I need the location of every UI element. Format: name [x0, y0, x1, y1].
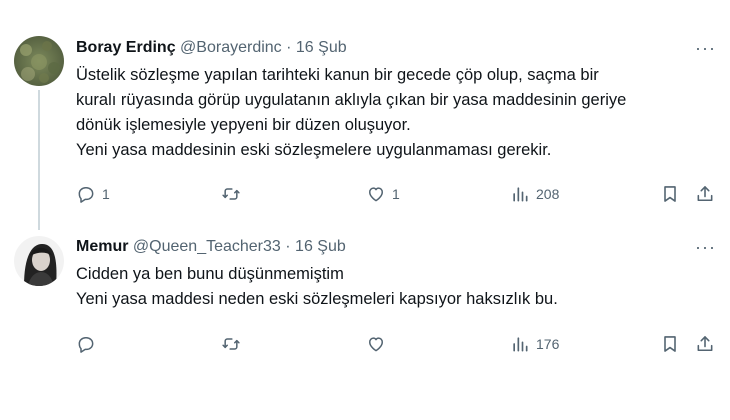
more-options-button[interactable]: ··· [695, 38, 716, 58]
share-button[interactable] [695, 182, 715, 206]
tweet-text-line: Üstelik sözleşme yapılan tarihteki kanun… [76, 66, 599, 84]
reply-icon [78, 187, 94, 203]
tweet-header: Boray Erdinç @Borayerdinc · 16 Şub [76, 38, 347, 58]
author-name[interactable]: Boray Erdinç [76, 39, 176, 56]
bookmark-icon [664, 336, 676, 352]
tweet-date[interactable]: 16 Şub [296, 39, 347, 56]
separator: · [286, 39, 292, 56]
bookmark-button[interactable] [660, 332, 680, 356]
reply-button[interactable] [76, 332, 102, 356]
tweet-text-line: dönük işlemesiyle yepyeni bir düzen oluş… [76, 116, 411, 134]
views-count: 176 [536, 336, 560, 352]
retweet-icon [222, 188, 240, 200]
tweet-1[interactable]: Boray Erdinç @Borayerdinc · 16 Şub ··· Ü… [0, 0, 730, 230]
tweet-date[interactable]: 16 Şub [295, 238, 346, 255]
share-icon [697, 336, 713, 352]
like-icon [369, 337, 383, 352]
like-icon [369, 187, 383, 202]
reply-count: 1 [102, 186, 110, 202]
views-icon [513, 187, 528, 202]
action-bar: 1 1 208 [76, 182, 716, 206]
more-options-button[interactable]: ··· [695, 237, 716, 257]
tweet-text-line: Yeni yasa maddesinin eski sözleşmelere u… [76, 141, 552, 159]
share-button[interactable] [695, 332, 715, 356]
avatar[interactable] [14, 236, 64, 286]
tweet-text-line: Yeni yasa maddesi neden eski sözleşmeler… [76, 290, 558, 308]
bookmark-button[interactable] [660, 182, 680, 206]
views-button[interactable]: 208 [510, 182, 559, 206]
like-count: 1 [392, 186, 400, 202]
thread-line [38, 90, 40, 230]
views-count: 208 [536, 186, 560, 202]
tweet-text: Cidden ya ben bunu düşünmemiştim Yeni ya… [76, 262, 558, 312]
tweet-text-line: Cidden ya ben bunu düşünmemiştim [76, 265, 344, 283]
views-icon [513, 337, 528, 352]
action-bar: 176 [76, 332, 716, 356]
like-button[interactable]: 1 [366, 182, 400, 206]
retweet-button[interactable] [221, 332, 247, 356]
retweet-icon [222, 338, 240, 350]
share-icon [697, 186, 713, 202]
reply-icon [78, 337, 94, 353]
views-button[interactable]: 176 [510, 332, 559, 356]
separator: · [285, 238, 291, 255]
avatar[interactable] [14, 36, 64, 86]
bookmark-icon [664, 186, 676, 202]
reply-button[interactable]: 1 [76, 182, 110, 206]
author-handle[interactable]: @Queen_Teacher33 [133, 238, 281, 255]
author-name[interactable]: Memur [76, 238, 128, 255]
tweet-text: Üstelik sözleşme yapılan tarihteki kanun… [76, 63, 626, 163]
tweet-header: Memur @Queen_Teacher33 · 16 Şub [76, 237, 346, 257]
tweet-text-line: kuralı rüyasında görüp uygulatanın aklıy… [76, 91, 627, 109]
author-handle[interactable]: @Borayerdinc [180, 39, 282, 56]
like-button[interactable] [366, 332, 392, 356]
tweet-2[interactable]: Memur @Queen_Teacher33 · 16 Şub ··· Cidd… [0, 225, 730, 420]
retweet-button[interactable] [221, 182, 247, 206]
